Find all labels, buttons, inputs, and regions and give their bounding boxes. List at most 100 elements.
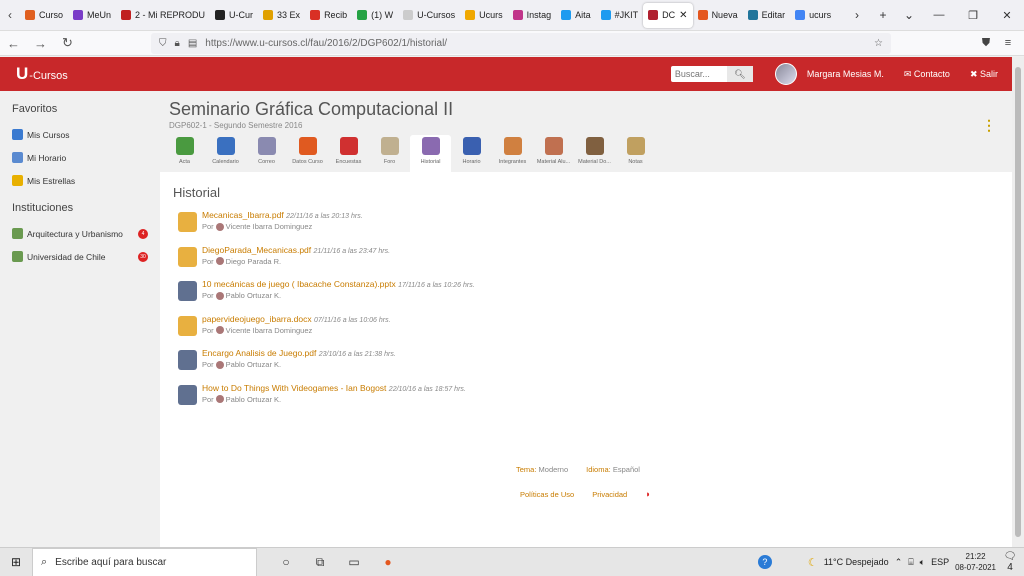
author-name[interactable]: Diego Parada R. <box>226 257 281 266</box>
tool-calendario[interactable]: Calendario <box>205 135 246 172</box>
browser-tab[interactable]: (1) W <box>352 0 398 31</box>
author-name[interactable]: Vicente Ibarra Dominguez <box>226 222 313 231</box>
author-name[interactable]: Pablo Ortuzar K. <box>226 291 281 300</box>
language-indicator[interactable]: ESP <box>931 557 949 567</box>
sidebar-item[interactable]: Arquitectura y Urbanismo 4 <box>12 222 148 245</box>
file-link[interactable]: Encargo Analisis de Juego.pdf <box>202 348 316 358</box>
network-icon[interactable]: ⌸ <box>908 557 913 568</box>
tool-notas[interactable]: Notas <box>615 135 656 172</box>
minimize-icon[interactable]: — <box>922 9 956 22</box>
address-bar: ← → ↻ ⛉ 🔒︎ ▤ https://www.u-cursos.cl/fau… <box>0 31 1024 56</box>
browser-tab[interactable]: Aita <box>556 0 596 31</box>
tool-datos-curso[interactable]: Datos Curso <box>287 135 328 172</box>
avatar[interactable] <box>774 63 797 85</box>
tool-acta[interactable]: Acta <box>164 135 205 172</box>
more-options-icon[interactable]: ⋮ <box>982 117 996 134</box>
reload-icon[interactable]: ↻ <box>54 35 81 51</box>
file-link[interactable]: How to Do Things With Videogames - Ian B… <box>202 383 386 393</box>
browser-tab[interactable]: Nueva <box>693 0 743 31</box>
theme-value[interactable]: Moderno <box>539 465 569 474</box>
tool-horario[interactable]: Horario <box>451 135 492 172</box>
sidebar-item[interactable]: Universidad de Chile 30 <box>12 245 148 268</box>
tab-close-icon[interactable]: ✕ <box>679 10 687 21</box>
restore-icon[interactable]: ❐ <box>956 9 990 22</box>
tab-list-chevron-icon[interactable]: ⌄ <box>896 8 922 22</box>
browser-tab[interactable]: Ucurs <box>460 0 508 31</box>
browser-tab[interactable]: Editar <box>743 0 791 31</box>
author-name[interactable]: Vicente Ibarra Dominguez <box>226 326 313 335</box>
browser-tab[interactable]: U-Cur <box>210 0 258 31</box>
author-avatar <box>215 326 224 334</box>
volume-icon[interactable]: 🔈︎ <box>920 557 925 568</box>
contact-link[interactable]: ✉ Contacto <box>904 69 950 80</box>
forward-icon[interactable]: → <box>27 36 54 51</box>
weather-text[interactable]: 11°C Despejado <box>824 557 889 567</box>
cortana-icon[interactable]: ○ <box>269 555 303 570</box>
tab-scroll-left-icon[interactable]: ‹ <box>0 8 20 22</box>
sidebar-item[interactable]: Mis Cursos <box>12 123 148 146</box>
site-search-input[interactable] <box>670 69 727 79</box>
bookmark-star-icon[interactable]: ☆ <box>874 38 883 49</box>
tab-favicon-icon <box>561 10 572 20</box>
language-value[interactable]: Español <box>613 465 640 474</box>
scrollbar-thumb[interactable] <box>1015 67 1021 537</box>
browser-tab[interactable]: 33 Ex <box>258 0 305 31</box>
file-explorer-icon[interactable]: ▭ <box>337 555 371 570</box>
file-link[interactable]: papervideojuego_ibarra.docx <box>202 314 312 324</box>
tool-integrantes[interactable]: Integrantes <box>492 135 533 172</box>
author-avatar <box>215 395 224 403</box>
browser-tab[interactable]: #JKIT <box>596 0 644 31</box>
new-tab-icon[interactable]: + <box>870 8 896 22</box>
lock-icon[interactable]: 🔒︎ <box>175 38 180 49</box>
browser-tab[interactable]: Instag <box>508 0 557 31</box>
url-field[interactable]: ⛉ 🔒︎ ▤ https://www.u-cursos.cl/fau/2016/… <box>151 32 891 54</box>
tray-chevron-icon[interactable]: ⌃ <box>895 557 903 568</box>
privacy-link[interactable]: Privacidad <box>592 490 627 499</box>
browser-tab[interactable]: ucurs <box>790 0 836 31</box>
back-icon[interactable]: ← <box>0 36 27 51</box>
browser-tab-strip: ‹ Curso MeUn 2 - Mi REPRODU U-Cur 33 Ex Recib… <box>0 0 1024 31</box>
tool-foro[interactable]: Foro <box>369 135 410 172</box>
search-icon[interactable]: 🔍︎ <box>726 66 753 82</box>
browser-tab[interactable]: Recib <box>305 0 352 31</box>
tool-encuestas[interactable]: Encuestas <box>328 135 369 172</box>
browser-tab[interactable]: U-Cursos <box>398 0 460 31</box>
clock[interactable]: 21:22 08-07-2021 <box>955 551 996 573</box>
taskbar-search[interactable]: ⌕ Escribe aquí para buscar <box>32 547 257 576</box>
sidebar-item[interactable]: Mi Horario <box>12 146 148 169</box>
page-scrollbar[interactable] <box>1012 57 1024 547</box>
tool-label: Horario <box>462 159 481 165</box>
tool-label: Encuestas <box>335 159 362 165</box>
tool-material-do[interactable]: Material Do... <box>574 135 615 172</box>
tool-correo[interactable]: Correo <box>246 135 287 172</box>
policies-link[interactable]: Políticas de Uso <box>520 490 574 499</box>
author-name[interactable]: Pablo Ortuzar K. <box>226 395 281 404</box>
close-window-icon[interactable]: ✕ <box>990 9 1024 22</box>
browser-tab[interactable]: 2 - Mi REPRODU <box>116 0 210 31</box>
author-name[interactable]: Pablo Ortuzar K. <box>226 360 281 369</box>
sidebar-item[interactable]: Mis Estrellas <box>12 169 148 192</box>
ucursos-logo[interactable]: U -Cursos <box>16 64 68 84</box>
firefox-icon[interactable]: ● <box>371 555 405 570</box>
file-link[interactable]: DiegoParada_Mecanicas.pdf <box>202 245 311 255</box>
author-avatar <box>215 257 224 265</box>
logout-link[interactable]: ✖ Salir <box>970 69 998 80</box>
history-entry-title: papervideojuego_ibarra.docx 07/11/16 a l… <box>202 314 391 324</box>
file-link[interactable]: 10 mecánicas de juego ( Ibacache Constan… <box>202 279 396 289</box>
shield-icon[interactable]: ⛉ <box>159 38 167 49</box>
file-link[interactable]: Mecanicas_Ibarra.pdf <box>202 210 284 220</box>
tool-historial[interactable]: Historial <box>410 135 451 172</box>
user-name[interactable]: Margara Mesias M. <box>807 69 884 79</box>
browser-tab[interactable]: MeUn <box>68 0 116 31</box>
url-text[interactable]: https://www.u-cursos.cl/fau/2016/2/DGP60… <box>205 38 866 49</box>
browser-tab[interactable]: DC ✕ <box>643 2 693 28</box>
task-view-icon[interactable]: ⧉ <box>303 555 337 570</box>
menu-icon[interactable]: ≡ <box>1000 37 1016 50</box>
tool-material-alu[interactable]: Material Alu... <box>533 135 574 172</box>
help-icon[interactable]: ? <box>757 555 772 569</box>
browser-tab[interactable]: Curso <box>20 0 68 31</box>
windows-start-icon[interactable]: ⊞ <box>0 555 32 569</box>
tab-scroll-right-icon[interactable]: › <box>844 8 870 22</box>
pocket-icon[interactable]: ⛊ <box>978 37 994 50</box>
notifications-icon[interactable]: 🗨︎4 <box>1002 551 1018 573</box>
